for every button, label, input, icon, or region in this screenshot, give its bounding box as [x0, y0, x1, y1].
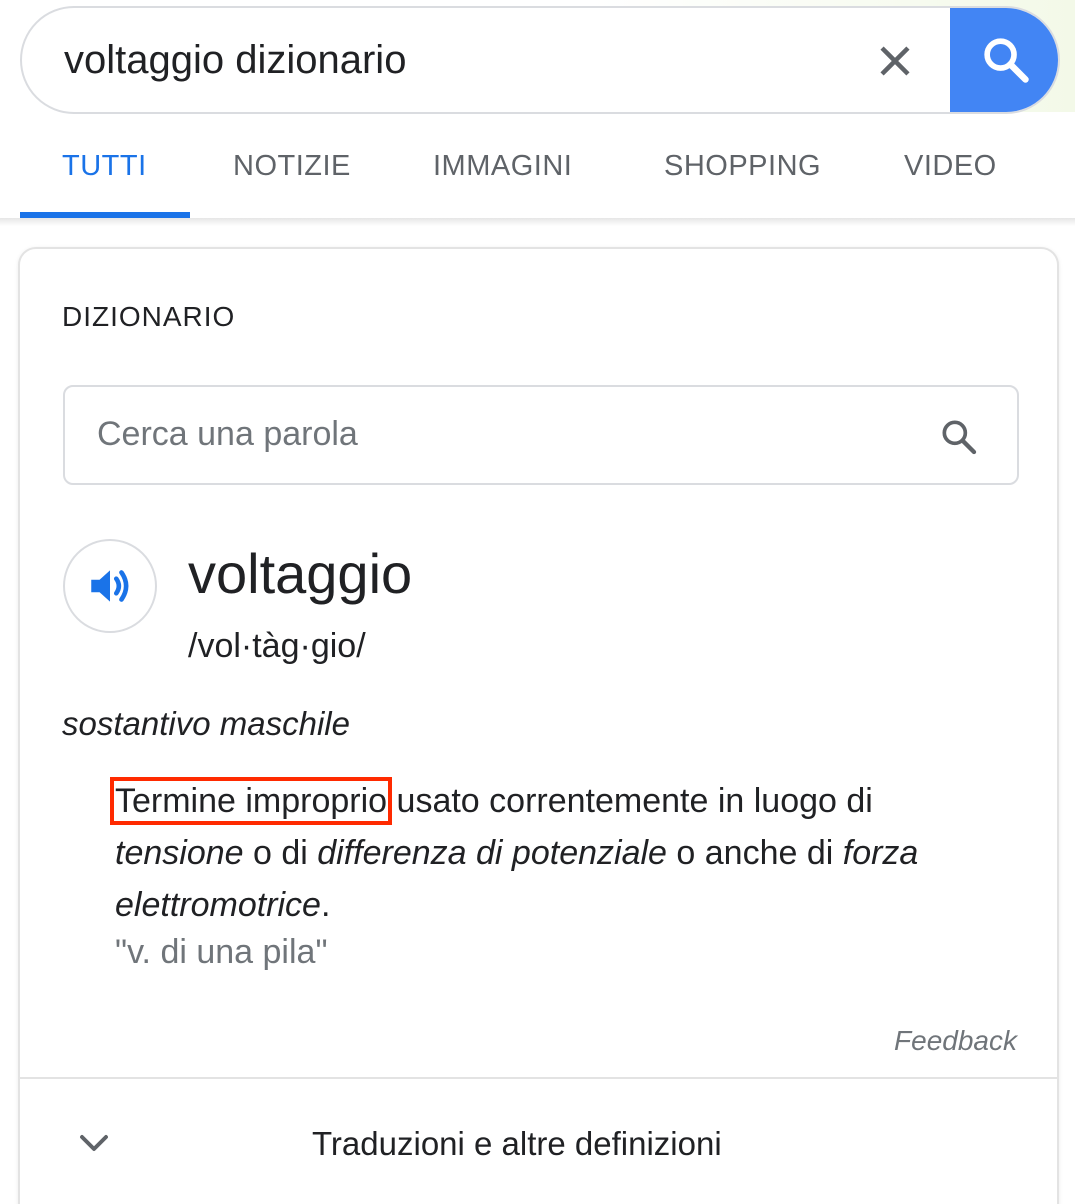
- card-title: DIZIONARIO: [62, 301, 236, 332]
- tab-notizie[interactable]: NOTIZIE: [233, 150, 351, 183]
- definition: Termine improprio usato correntemente in…: [109, 775, 995, 931]
- search-input[interactable]: voltaggio dizionario: [64, 38, 406, 83]
- tabs-divider: [0, 218, 1075, 226]
- search-icon[interactable]: [939, 417, 979, 457]
- highlighted-term: Termine improprio: [109, 777, 393, 825]
- close-icon: [880, 46, 910, 76]
- headword: voltaggio: [188, 542, 413, 605]
- search-bar[interactable]: voltaggio dizionario: [20, 6, 1060, 114]
- search-tabs: TUTTI NOTIZIE IMMAGINI SHOPPING VIDEO: [0, 128, 1075, 220]
- more-definitions-button[interactable]: Traduzioni e altre definizioni: [20, 1079, 1057, 1204]
- clear-button[interactable]: [870, 36, 920, 86]
- definition-text: o di: [243, 834, 318, 872]
- definition-term: differenza di potenziale: [317, 834, 667, 872]
- definition-text: .: [320, 886, 331, 924]
- feedback-link[interactable]: Feedback: [894, 1025, 1017, 1057]
- tab-shopping[interactable]: SHOPPING: [664, 150, 821, 183]
- definition-term: tensione: [115, 834, 244, 872]
- word-search-field[interactable]: Cerca una parola: [63, 385, 1019, 485]
- pronunciation-button[interactable]: [63, 539, 157, 633]
- word-search-placeholder[interactable]: Cerca una parola: [97, 415, 358, 454]
- pronunciation: /vol·tàg·gio/: [188, 627, 366, 665]
- tab-video[interactable]: VIDEO: [904, 150, 997, 183]
- tab-tutti[interactable]: TUTTI: [62, 150, 147, 183]
- chevron-down-icon: [80, 1135, 108, 1151]
- definition-text: usato correntemente in luogo di: [387, 782, 873, 820]
- speaker-icon: [91, 570, 129, 602]
- more-definitions-label: Traduzioni e altre definizioni: [312, 1125, 722, 1162]
- dictionary-card: DIZIONARIO Cerca una parola voltaggio /v…: [18, 247, 1059, 1204]
- usage-example: "v. di una pila": [115, 933, 328, 971]
- search-icon: [984, 38, 1029, 83]
- tab-immagini[interactable]: IMMAGINI: [433, 150, 572, 183]
- definition-text: o anche di: [666, 834, 843, 872]
- page: voltaggio dizionario TUTTI NOTIZIE IMMAG…: [0, 0, 1075, 1204]
- search-button[interactable]: [950, 8, 1058, 112]
- part-of-speech: sostantivo maschile: [62, 705, 350, 742]
